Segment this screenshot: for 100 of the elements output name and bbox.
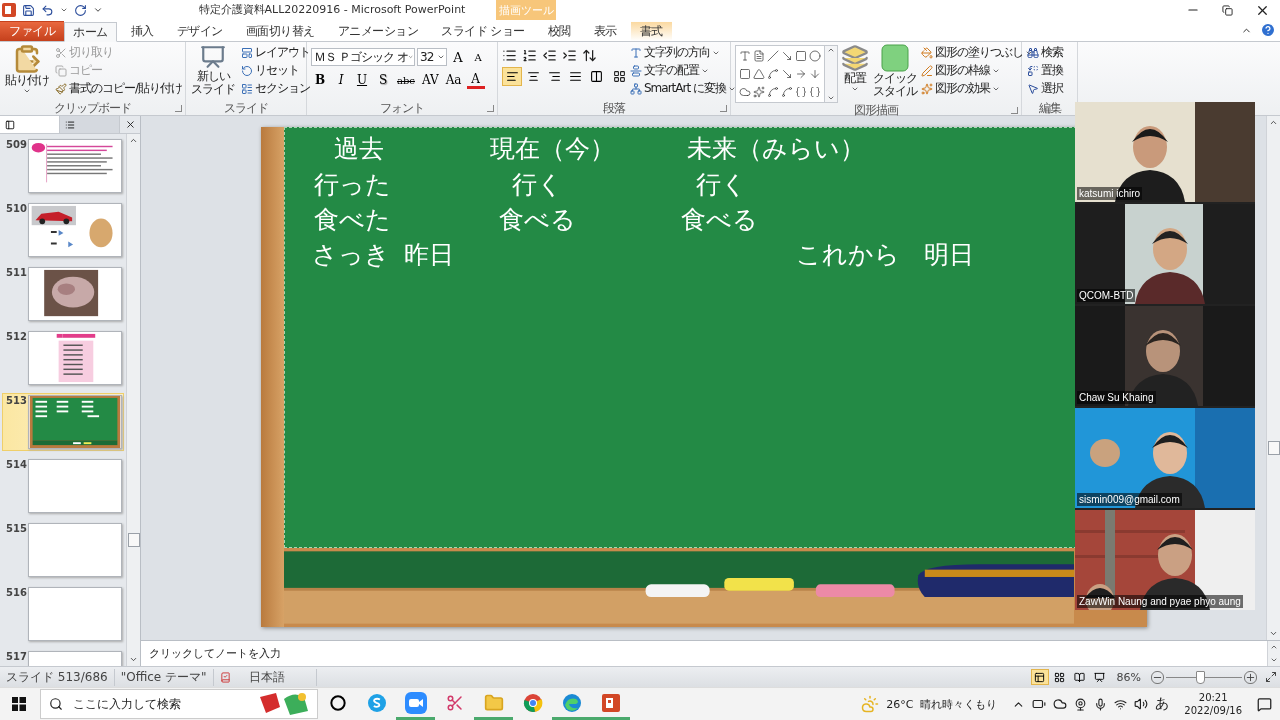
shape-icon[interactable]	[767, 50, 779, 62]
ribbon-tab[interactable]: 挿入	[121, 21, 163, 41]
layout-button[interactable]: レイアウト	[240, 44, 311, 61]
shape-icon[interactable]	[739, 50, 751, 62]
change-case-button[interactable]: Aa	[443, 71, 464, 89]
ribbon-tab[interactable]: 校閲	[538, 21, 580, 41]
scroll-down-icon[interactable]	[1270, 656, 1278, 664]
normal-view-button[interactable]	[1030, 669, 1049, 685]
slide-thumbnail[interactable]	[28, 459, 122, 513]
shrink-font-button[interactable]: A	[469, 48, 487, 66]
ribbon-tab[interactable]: スライド ショー	[432, 21, 534, 41]
shape-icon[interactable]	[767, 68, 779, 80]
shape-icon[interactable]	[795, 86, 807, 98]
decrease-indent-button[interactable]	[542, 48, 557, 63]
ribbon-tab[interactable]: ファイル	[0, 21, 64, 41]
ribbon-tab[interactable]: アニメーション	[328, 21, 427, 41]
ribbon-tab[interactable]: デザイン	[167, 21, 232, 41]
scrollbar-thumb[interactable]	[1268, 440, 1280, 455]
zoom-slider-track[interactable]	[1166, 671, 1242, 683]
ribbon-tab[interactable]: 表示	[584, 21, 626, 41]
increase-indent-button[interactable]	[562, 48, 577, 63]
quick-styles-button[interactable]: クイック スタイル	[872, 44, 918, 103]
wifi-icon[interactable]	[1114, 697, 1128, 711]
shape-icon[interactable]	[753, 68, 765, 80]
scroll-up-icon[interactable]	[827, 46, 835, 54]
thumbnail-row[interactable]: 513	[2, 393, 124, 451]
scroll-down-icon[interactable]	[129, 655, 138, 664]
scroll-up-icon[interactable]	[1270, 643, 1278, 651]
scroll-down-icon[interactable]	[1269, 629, 1278, 638]
slide-thumbnail[interactable]	[28, 523, 122, 577]
thumbnail-row[interactable]: 514	[2, 457, 124, 515]
undo-button[interactable]	[41, 3, 54, 17]
arrange-button[interactable]: 配置	[840, 44, 870, 103]
shadow-button[interactable]: S	[374, 71, 392, 89]
fit-to-window-button[interactable]	[1265, 671, 1277, 683]
slide-thumbnail[interactable]	[28, 395, 122, 449]
save-button[interactable]	[22, 3, 35, 17]
strikethrough-button[interactable]: abc	[395, 71, 417, 89]
microphone-icon[interactable]	[1094, 697, 1108, 711]
shape-icon[interactable]	[795, 50, 807, 62]
slide-thumbnail[interactable]	[28, 203, 122, 257]
more-shapes-icon[interactable]	[827, 94, 835, 102]
shape-icon[interactable]	[739, 86, 751, 98]
bullets-button[interactable]	[502, 48, 517, 63]
shape-fill-button[interactable]: 図形の塗りつぶし	[920, 44, 1034, 61]
customize-toolbar-button[interactable]	[93, 5, 103, 15]
ime-indicator[interactable]: あ	[1155, 695, 1170, 713]
format-painter-button[interactable]: 書式のコピー/貼り付け	[54, 80, 184, 97]
slide-thumbnail[interactable]	[28, 267, 122, 321]
zoom-out-button[interactable]	[1151, 670, 1164, 684]
section-button[interactable]: セクション	[240, 80, 311, 97]
slide-thumbnail[interactable]	[28, 331, 122, 385]
shape-icon[interactable]	[781, 68, 793, 80]
align-text-button[interactable]: 文字の配置	[629, 62, 737, 79]
cloud-icon[interactable]	[1053, 697, 1068, 711]
shape-outline-button[interactable]: 図形の枠線	[920, 62, 1034, 79]
line-spacing-button[interactable]	[582, 48, 597, 63]
redo-button[interactable]	[74, 3, 87, 17]
shape-icon[interactable]	[781, 86, 793, 98]
outline-tab[interactable]	[60, 116, 120, 133]
grow-font-button[interactable]: A	[449, 48, 467, 66]
reset-button[interactable]: リセット	[240, 62, 311, 79]
shape-icon[interactable]	[809, 50, 821, 62]
text-direction-button[interactable]: 文字列の方向	[629, 44, 737, 61]
webcam-icon[interactable]	[1074, 697, 1088, 711]
slide-thumbnail[interactable]	[28, 139, 122, 193]
slides-tab[interactable]	[0, 116, 60, 133]
shape-icon[interactable]	[781, 50, 793, 62]
thumbnail-row[interactable]: 516	[2, 585, 124, 643]
shape-icon[interactable]	[753, 86, 765, 98]
smartart-button[interactable]: SmartArt に変換	[629, 80, 737, 97]
font-name-field[interactable]: ＭＳ Ｐゴシック オ	[311, 48, 415, 66]
ribbon-tab[interactable]: 書式	[630, 21, 672, 41]
scrollbar-thumb[interactable]	[128, 533, 140, 547]
thumbnail-row[interactable]: 517	[2, 649, 124, 666]
thumbnail-row[interactable]: 511	[2, 265, 124, 323]
spacing-button[interactable]: AV	[419, 71, 441, 89]
underline-button[interactable]: U	[353, 71, 371, 89]
speaker-icon[interactable]	[1134, 697, 1149, 711]
thumbnail-row[interactable]: 510	[2, 201, 124, 259]
shape-icon[interactable]	[767, 86, 779, 98]
ribbon-tab[interactable]: 画面切り替え	[236, 21, 324, 41]
close-pane-button[interactable]	[125, 119, 136, 130]
shape-icon[interactable]	[753, 50, 765, 62]
windows-start-button[interactable]	[12, 697, 26, 711]
paste-button[interactable]: 貼り付け	[4, 44, 50, 100]
battery-icon[interactable]	[1032, 697, 1047, 711]
scroll-up-icon[interactable]	[129, 136, 138, 145]
zoom-slider-thumb[interactable]	[1196, 671, 1206, 684]
numbering-button[interactable]	[522, 48, 537, 63]
shape-icon[interactable]	[809, 86, 821, 98]
thumbnail-row[interactable]: 515	[2, 521, 124, 579]
font-color-button[interactable]: A	[466, 71, 485, 89]
slide-thumbnail[interactable]	[28, 587, 122, 641]
thumbnail-row[interactable]: 512	[2, 329, 124, 387]
bold-button[interactable]: B	[311, 71, 329, 89]
zoom-in-button[interactable]	[1244, 670, 1257, 684]
thumbnail-row[interactable]: 509	[2, 137, 124, 195]
shape-icon[interactable]	[739, 68, 751, 80]
new-slide-button[interactable]: 新しい スライド	[190, 44, 236, 100]
